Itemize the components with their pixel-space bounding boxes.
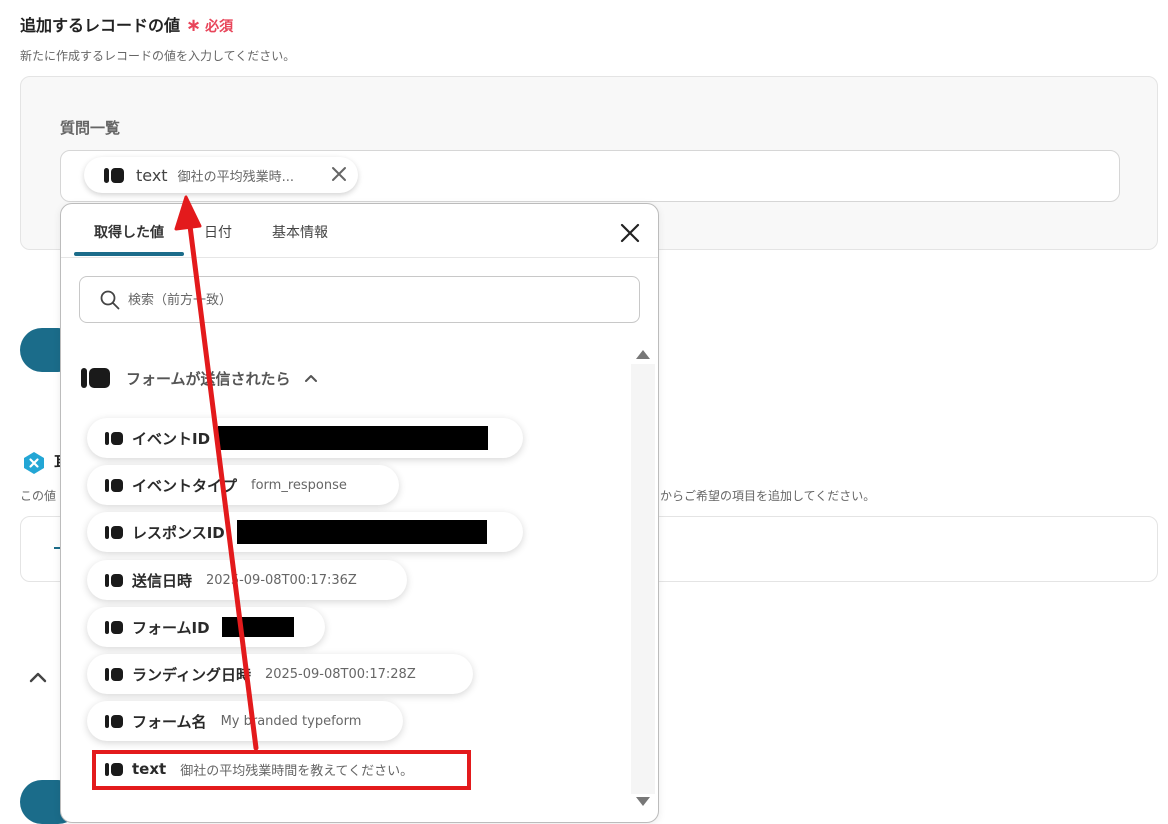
- annotation-arrow: [174, 195, 259, 751]
